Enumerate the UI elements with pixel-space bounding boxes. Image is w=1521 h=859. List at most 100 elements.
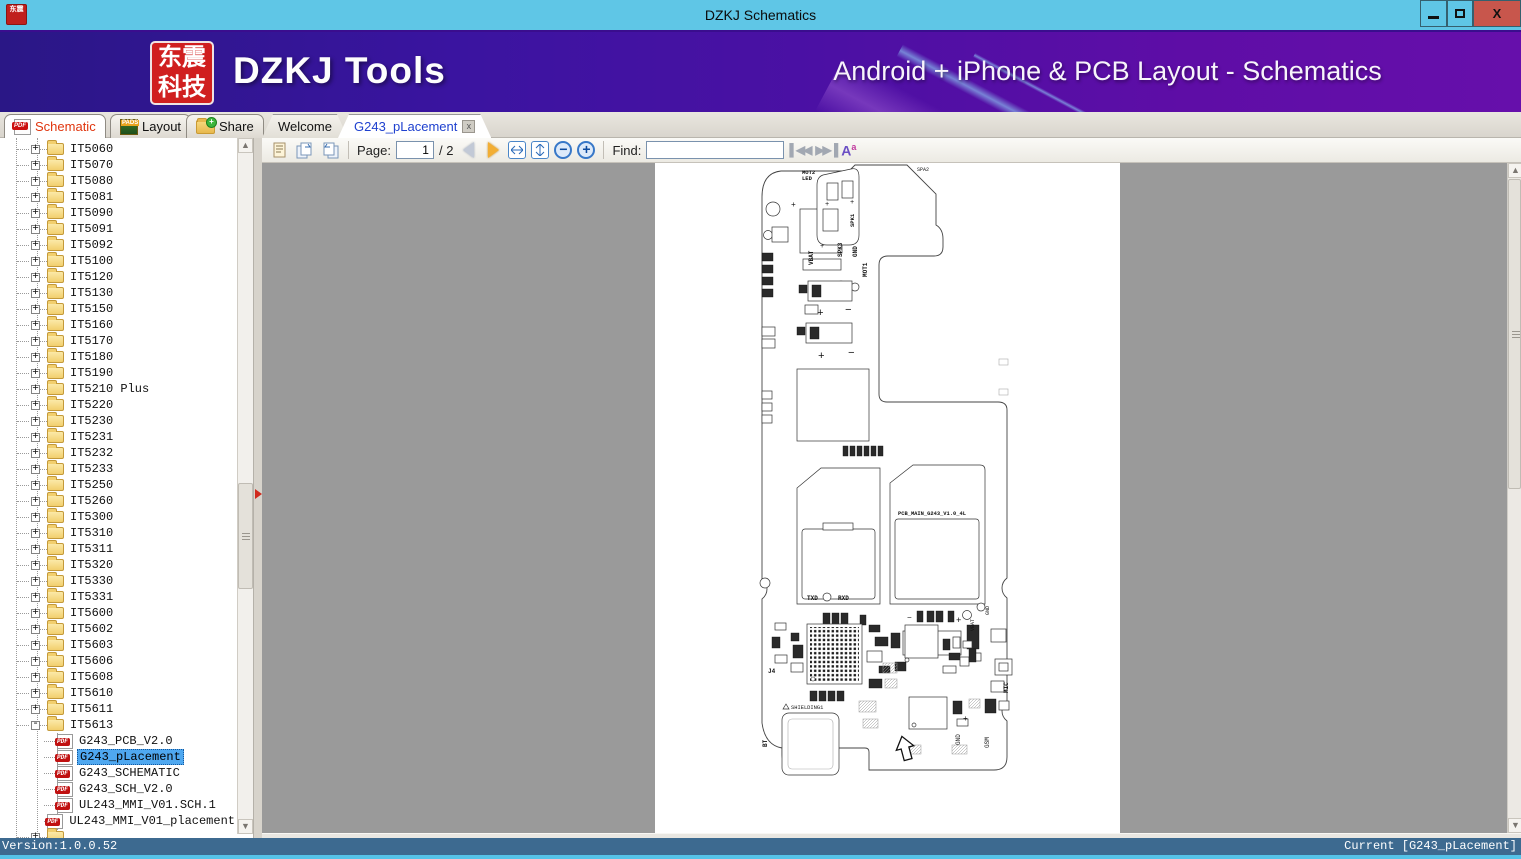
tree-item-folder[interactable]: IT5250 — [0, 476, 237, 493]
tree-item-folder[interactable]: IT5150 — [0, 300, 237, 317]
scroll-down-icon[interactable]: ▼ — [238, 819, 253, 834]
expand-plus-icon[interactable] — [31, 607, 40, 619]
tree-item-folder[interactable]: IT5300 — [0, 508, 237, 525]
close-button[interactable]: X — [1473, 0, 1521, 27]
expand-plus-icon[interactable] — [31, 335, 40, 347]
tab-layout[interactable]: Layout — [110, 114, 192, 138]
tree-item-folder[interactable]: IT5611 — [0, 700, 237, 717]
copy-page-button[interactable] — [270, 140, 290, 160]
expand-plus-icon[interactable] — [31, 495, 40, 507]
tree-item-folder-partial[interactable] — [0, 828, 237, 838]
expand-plus-icon[interactable] — [31, 687, 40, 699]
expand-plus-icon[interactable] — [31, 591, 40, 603]
tree-item-pdf-file[interactable]: G243_PCB_V2.0 — [0, 733, 237, 749]
expand-plus-icon[interactable] — [31, 271, 40, 283]
expand-plus-icon[interactable] — [31, 351, 40, 363]
tree-item-pdf-file[interactable]: UL243_MMI_V01_placement — [0, 813, 237, 829]
expand-plus-icon[interactable] — [31, 255, 40, 267]
scroll-down-icon[interactable]: ▼ — [1508, 818, 1521, 833]
tree-item-folder[interactable]: IT5180 — [0, 348, 237, 365]
tree-item-folder[interactable]: IT5070 — [0, 156, 237, 173]
expand-plus-icon[interactable] — [31, 191, 40, 203]
expand-plus-icon[interactable] — [31, 287, 40, 299]
tab-close-icon[interactable]: x — [462, 120, 475, 133]
expand-plus-icon[interactable] — [31, 447, 40, 459]
expand-plus-icon[interactable] — [31, 703, 40, 715]
find-next-button[interactable]: ▶▶▐ — [815, 143, 838, 157]
expand-plus-icon[interactable] — [31, 239, 40, 251]
tree-item-folder[interactable]: IT5160 — [0, 316, 237, 333]
expand-plus-icon[interactable] — [31, 575, 40, 587]
tree-item-folder[interactable]: IT5600 — [0, 604, 237, 621]
find-input[interactable] — [646, 141, 785, 159]
expand-plus-icon[interactable] — [31, 143, 40, 155]
tree-item-folder[interactable]: IT5060 — [0, 140, 237, 157]
expand-plus-icon[interactable] — [31, 479, 40, 491]
zoom-out-button[interactable]: − — [554, 141, 573, 159]
minimize-button[interactable] — [1420, 0, 1447, 27]
tree-item-folder[interactable]: IT5170 — [0, 332, 237, 349]
expand-plus-icon[interactable] — [31, 367, 40, 379]
expand-plus-icon[interactable] — [31, 383, 40, 395]
tree-item-folder[interactable]: IT5100 — [0, 252, 237, 269]
previous-page-button[interactable] — [458, 140, 478, 160]
pdf-vertical-scrollbar[interactable]: ▲ ▼ — [1507, 163, 1521, 833]
maximize-button[interactable] — [1447, 0, 1473, 27]
expand-plus-icon[interactable] — [31, 559, 40, 571]
tab-schematic[interactable]: Schematic — [4, 114, 106, 138]
tree-item-folder[interactable]: IT5231 — [0, 428, 237, 445]
expand-plus-icon[interactable] — [31, 511, 40, 523]
expand-plus-icon[interactable] — [31, 159, 40, 171]
expand-plus-icon[interactable] — [31, 543, 40, 555]
tree-item-folder[interactable]: IT5130 — [0, 284, 237, 301]
expand-plus-icon[interactable] — [31, 463, 40, 475]
scroll-up-icon[interactable]: ▲ — [1508, 163, 1521, 178]
tree-item-pdf-file[interactable]: G243_SCHEMATIC — [0, 765, 237, 781]
expand-plus-icon[interactable] — [31, 207, 40, 219]
tree-item-folder[interactable]: IT5320 — [0, 556, 237, 573]
tree-item-folder[interactable]: IT5260 — [0, 492, 237, 509]
tree-item-folder[interactable]: IT5081 — [0, 188, 237, 205]
expand-plus-icon[interactable] — [31, 527, 40, 539]
tree-item-pdf-file[interactable]: G243_SCH_V2.0 — [0, 781, 237, 797]
pdf-scrollbar-thumb[interactable] — [1508, 179, 1521, 489]
tree-scrollbar[interactable]: ▲ ▼ — [237, 138, 253, 834]
expand-plus-icon[interactable] — [31, 175, 40, 187]
tree-item-folder[interactable]: IT5232 — [0, 444, 237, 461]
find-previous-button[interactable]: ▌◀◀ — [789, 143, 812, 157]
rotate-page-right-button[interactable] — [295, 140, 315, 160]
tree-item-folder[interactable]: IT5310 — [0, 524, 237, 541]
tree-item-folder[interactable]: IT5603 — [0, 636, 237, 653]
tree-item-folder[interactable]: IT5330 — [0, 572, 237, 589]
tab-share[interactable]: Share — [186, 114, 264, 138]
expand-plus-icon[interactable] — [31, 399, 40, 411]
rotate-page-left-button[interactable] — [320, 140, 340, 160]
zoom-in-button[interactable]: + — [577, 141, 596, 159]
tree-item-folder[interactable]: IT5230 — [0, 412, 237, 429]
tree-item-folder[interactable]: IT5120 — [0, 268, 237, 285]
page-number-input[interactable] — [395, 141, 434, 159]
expand-plus-icon[interactable] — [31, 431, 40, 443]
tree-item-folder[interactable]: IT5311 — [0, 540, 237, 557]
fit-page-button[interactable] — [531, 141, 550, 159]
tree-item-folder[interactable]: IT5610 — [0, 684, 237, 701]
expand-plus-icon[interactable] — [31, 671, 40, 683]
tree-item-folder[interactable]: IT5220 — [0, 396, 237, 413]
pdf-viewport[interactable]: MOT2 LED SPA2 SPK1 VBAT SPK3 GND MOT1 + … — [262, 163, 1507, 833]
expand-plus-icon[interactable] — [31, 223, 40, 235]
tree-item-folder[interactable]: IT5602 — [0, 620, 237, 637]
doc-tab-welcome[interactable]: Welcome — [262, 114, 348, 138]
next-page-button[interactable] — [483, 140, 503, 160]
tree-item-folder[interactable]: IT5190 — [0, 364, 237, 381]
tree-item-folder-expanded[interactable]: IT5613 — [0, 716, 237, 733]
tree-item-folder[interactable]: IT5092 — [0, 236, 237, 253]
expand-plus-icon[interactable] — [31, 303, 40, 315]
expand-plus-icon[interactable] — [31, 639, 40, 651]
expand-plus-icon[interactable] — [31, 623, 40, 635]
tree-item-folder[interactable]: IT5233 — [0, 460, 237, 477]
tree-scrollbar-thumb[interactable] — [238, 483, 253, 589]
tree-item-pdf-file[interactable]: G243_pLacement — [0, 749, 237, 765]
tree-item-pdf-file[interactable]: UL243_MMI_V01.SCH.1 — [0, 797, 237, 813]
splitter-collapse-icon[interactable] — [255, 489, 262, 499]
doc-tab-g243-placement[interactable]: G243_pLacement x — [338, 114, 491, 138]
